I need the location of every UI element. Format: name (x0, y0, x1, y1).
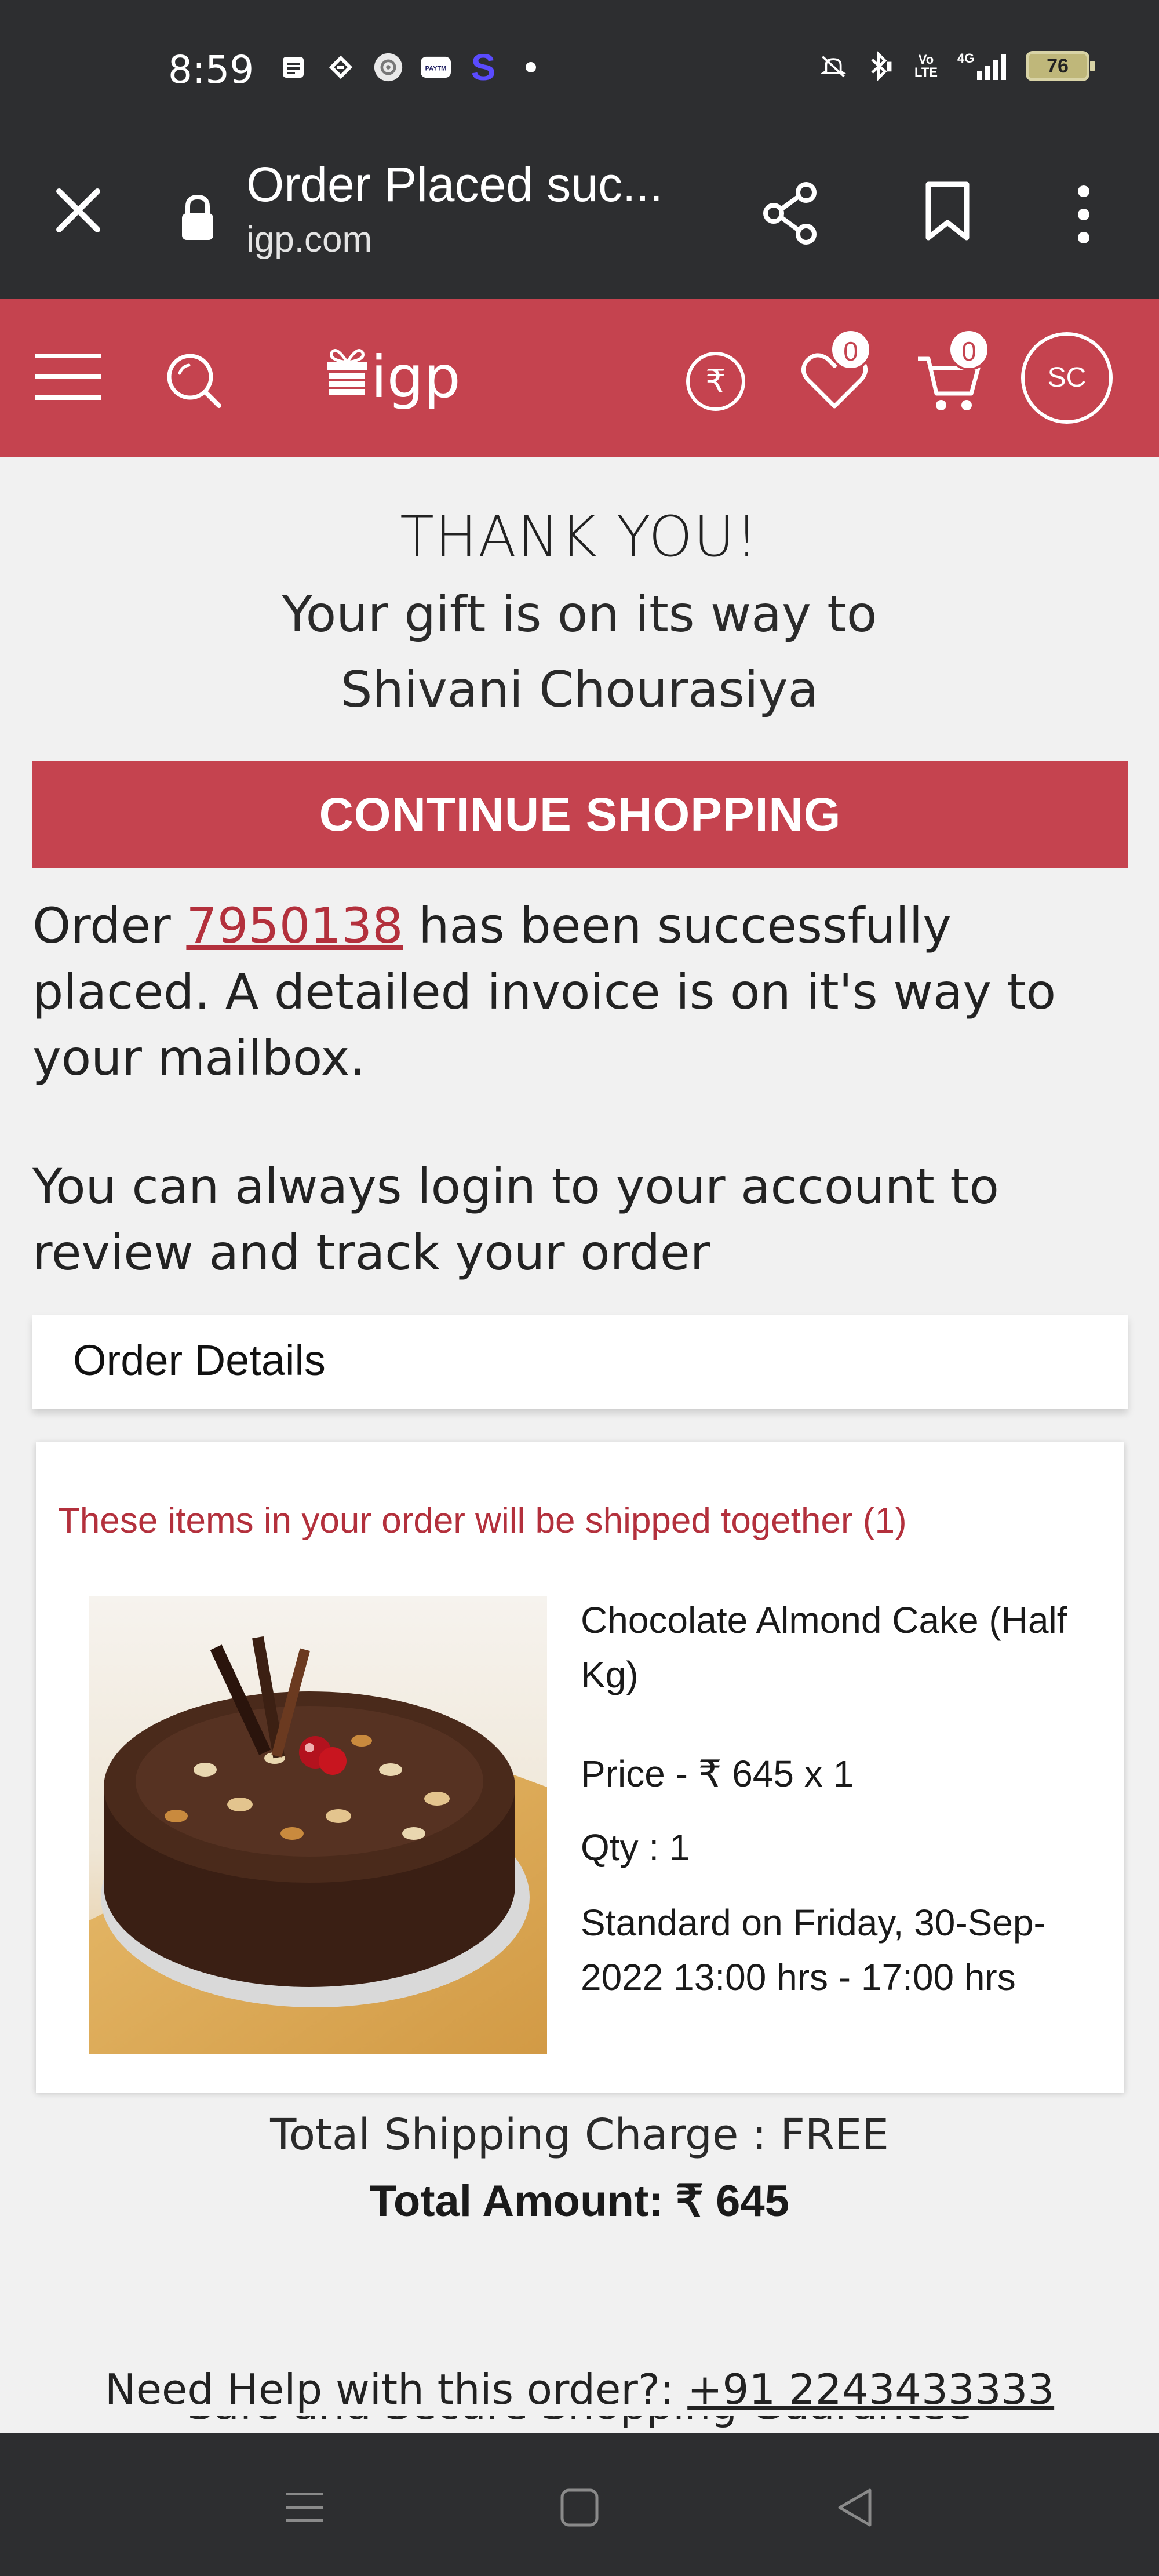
order-details-header[interactable]: Order Details (32, 1315, 1128, 1409)
bluetooth-icon (865, 50, 895, 82)
share-button[interactable] (756, 179, 826, 248)
shipped-together-note: These items in your order will be shippe… (58, 1501, 907, 1541)
continue-shopping-button[interactable]: CONTINUE SHOPPING (32, 761, 1128, 868)
recent-apps-button[interactable] (281, 2484, 327, 2531)
volte-icon: Vo LTE (911, 51, 941, 81)
mute-icon (818, 51, 848, 81)
svg-text:PAYTM: PAYTM (425, 66, 447, 72)
volte-text: Vo LTE (914, 52, 938, 79)
svg-text:₹: ₹ (705, 363, 726, 401)
order-number-link[interactable]: 7950138 (186, 897, 403, 954)
help-phone-link[interactable]: +91 2243433333 (687, 2365, 1054, 2414)
battery-level: 76 (1047, 55, 1069, 77)
cart-count-badge: 0 (948, 329, 990, 370)
svg-text:4G: 4G (957, 51, 974, 66)
order-prefix: Order (32, 897, 187, 954)
status-time: 8:59 (168, 48, 254, 92)
bookmark-button[interactable] (921, 177, 974, 247)
product-price: Price - ₹ 645 x 1 (581, 1753, 854, 1795)
page-title[interactable]: Order Placed suc... (246, 157, 687, 213)
order-details-title: Order Details (73, 1336, 326, 1384)
system-icons: Vo LTE 4G 76 (818, 50, 1095, 82)
thank-you-heading: THANK YOU! (400, 504, 759, 569)
product-name[interactable]: Chocolate Almond Cake (Half Kg) (581, 1593, 1102, 1702)
s-icon: S (468, 46, 498, 88)
back-button[interactable] (832, 2484, 878, 2531)
page-url[interactable]: igp.com (246, 219, 372, 260)
help-prefix: Need Help with this order?: (104, 2365, 688, 2414)
wishlist-count-badge: 0 (830, 329, 872, 370)
login-track-message: You can always login to your account to … (32, 1158, 999, 1281)
app-icon (326, 52, 356, 82)
search-icon[interactable] (161, 348, 225, 412)
browser-toolbar: Order Placed suc... igp.com (0, 139, 1159, 299)
secure-shopping-label: Safe and Secure Shopping Guarantee (0, 2416, 1159, 2429)
gift-status-text: Your gift is on its way to (282, 585, 877, 643)
user-avatar[interactable]: SC (1021, 332, 1113, 424)
s-letter: S (471, 46, 496, 88)
battery-icon: 76 (1026, 51, 1095, 81)
menu-icon[interactable] (35, 348, 101, 406)
product-quantity: Qty : 1 (581, 1827, 690, 1868)
system-nav-bar (0, 2433, 1159, 2576)
home-button[interactable] (556, 2484, 603, 2531)
svg-text:igp: igp (371, 343, 461, 411)
help-line: Need Help with this order?: +91 22434333… (0, 2365, 1159, 2414)
total-amount: Total Amount: ₹ 645 (370, 2177, 789, 2226)
product-image[interactable] (89, 1596, 547, 2054)
delivery-schedule: Standard on Friday, 30-Sep-2022 13:00 hr… (581, 1902, 1046, 1998)
notes-icon (278, 52, 308, 82)
paytm-icon: PAYTM (421, 52, 451, 82)
4g-signal-icon: 4G (957, 51, 1009, 81)
notification-icons: PAYTM S (278, 46, 546, 88)
more-menu-button[interactable] (1058, 179, 1110, 248)
secure-shopping-text: Safe and Secure Shopping Guarantee (0, 2416, 1159, 2433)
shipping-charge: Total Shipping Charge : FREE (270, 2110, 889, 2160)
currency-button[interactable]: ₹ (684, 350, 748, 413)
order-confirmation-message: Order 7950138 has been successfully plac… (32, 893, 1128, 1091)
close-tab-button[interactable] (46, 179, 110, 242)
status-bar: 8:59 PAYTM S Vo LTE 4G 76 (0, 0, 1159, 139)
dot-icon (516, 52, 546, 82)
site-header: igp ₹ 0 0 SC (0, 299, 1159, 457)
settings-icon (373, 52, 403, 82)
order-item-card: These items in your order will be shippe… (36, 1442, 1124, 2093)
igp-logo[interactable]: igp (325, 339, 487, 414)
recipient-name: Shivani Chourasiya (340, 661, 819, 719)
lock-icon[interactable] (177, 191, 218, 243)
